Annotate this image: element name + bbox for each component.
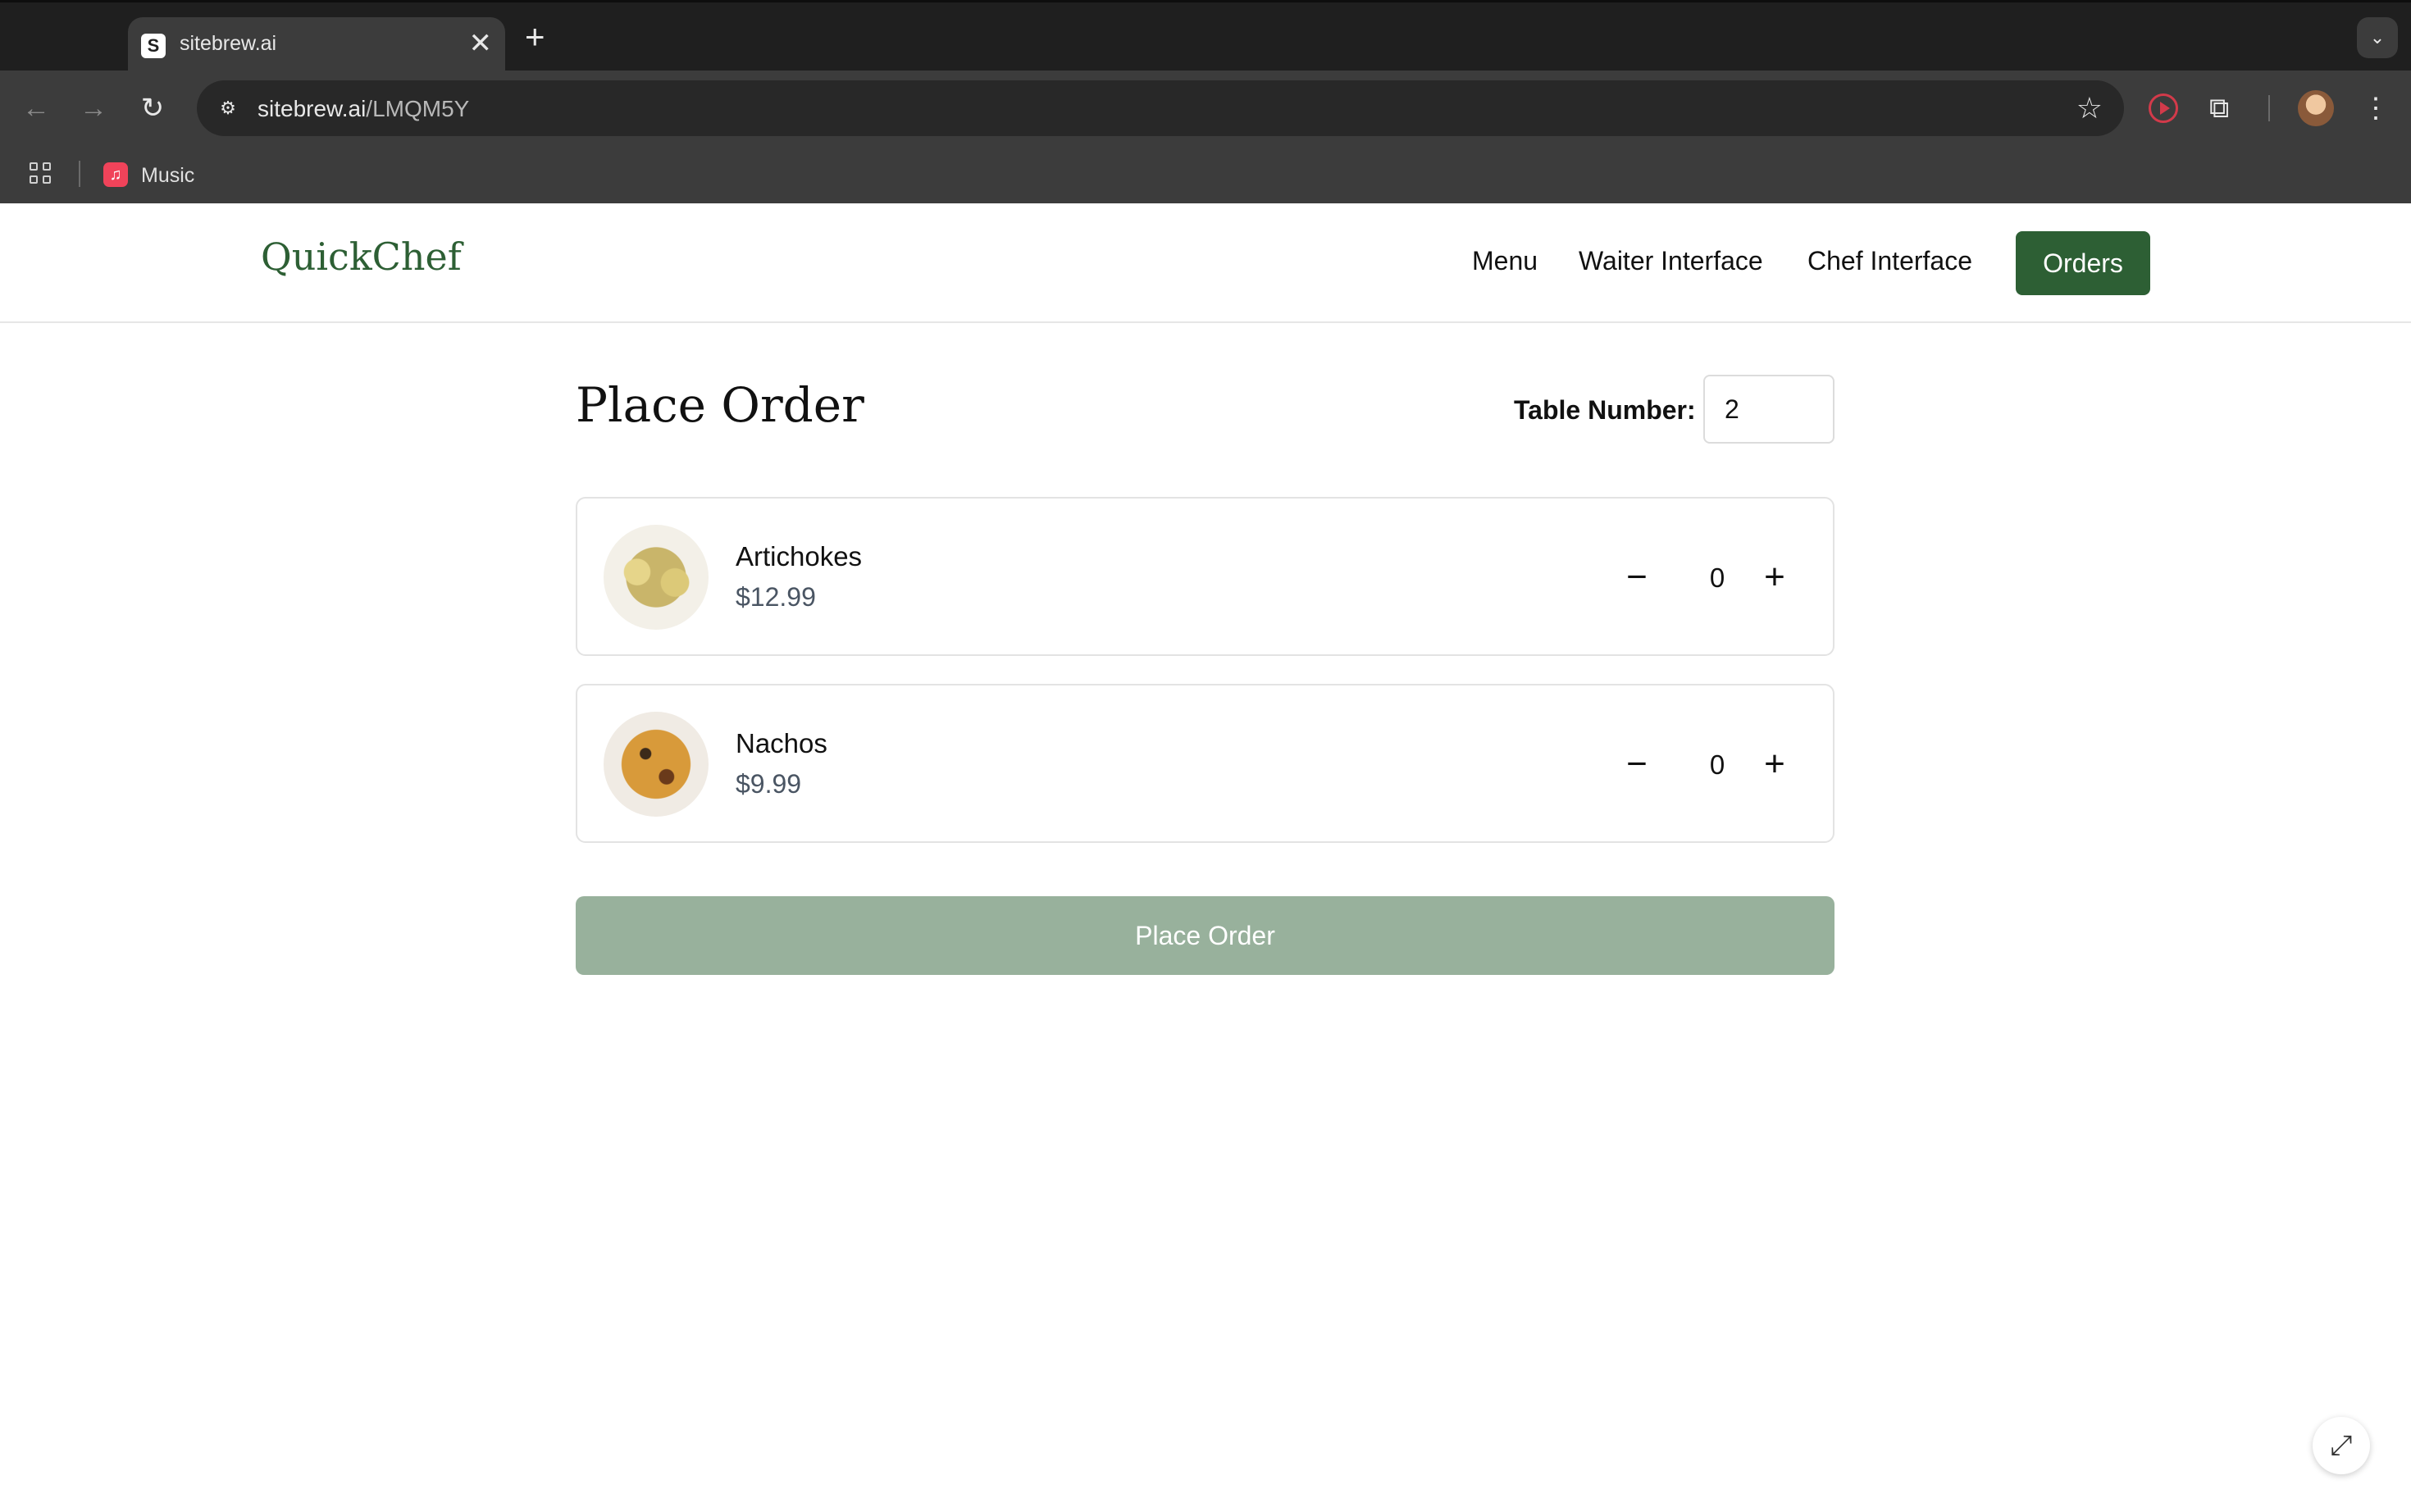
music-icon: ♫ bbox=[103, 162, 128, 187]
url-path: /LMQM5Y bbox=[366, 96, 470, 121]
orders-button[interactable]: Orders bbox=[2016, 231, 2150, 295]
toolbar-divider bbox=[2268, 95, 2270, 121]
decrease-quantity-button[interactable]: − bbox=[1612, 553, 1661, 602]
bookmarks-bar: ♫ Music bbox=[0, 146, 2411, 204]
increase-quantity-button[interactable]: + bbox=[1750, 553, 1799, 602]
item-price: $12.99 bbox=[736, 582, 816, 612]
browser-tab-strip: S sitebrew.ai ✕ + ⌄ bbox=[0, 0, 2411, 73]
table-number-input[interactable] bbox=[1703, 375, 1834, 444]
apps-grid-icon[interactable] bbox=[30, 162, 52, 185]
browser-tab[interactable]: S sitebrew.ai ✕ bbox=[128, 17, 505, 73]
bookmark-label: Music bbox=[141, 164, 195, 187]
increase-quantity-button[interactable]: + bbox=[1750, 740, 1799, 789]
item-name: Nachos bbox=[736, 728, 827, 758]
bookmark-star-icon[interactable]: ☆ bbox=[2076, 89, 2103, 128]
page-title: Place Order bbox=[576, 377, 864, 433]
site-favicon-icon: S bbox=[141, 34, 166, 58]
quantity-value: 0 bbox=[1709, 749, 1725, 780]
url-text: sitebrew.ai/LMQM5Y bbox=[258, 96, 469, 122]
url-host: sitebrew.ai bbox=[258, 96, 367, 121]
reload-icon[interactable]: ↻ bbox=[131, 87, 174, 130]
site-logo[interactable]: QuickChef bbox=[261, 235, 462, 279]
artichokes-image bbox=[604, 525, 709, 630]
close-tab-icon[interactable]: ✕ bbox=[469, 27, 493, 60]
forward-arrow-icon[interactable]: → bbox=[72, 87, 115, 130]
tab-search-icon[interactable]: ⌄ bbox=[2357, 17, 2398, 58]
nav-menu[interactable]: Menu bbox=[1472, 246, 1538, 276]
nav-waiter-interface[interactable]: Waiter Interface bbox=[1579, 246, 1763, 276]
browser-toolbar: ← → ↻ ⚙ sitebrew.ai/LMQM5Y ☆ ⧉ ⋮ bbox=[0, 71, 2411, 146]
menu-item-card: Nachos $9.99 − 0 + bbox=[576, 684, 1834, 843]
table-number-label: Table Number: bbox=[1514, 395, 1696, 425]
extensions-puzzle-icon[interactable]: ⧉ bbox=[2209, 90, 2229, 126]
site-info-icon[interactable]: ⚙ bbox=[208, 89, 248, 128]
site-header: QuickChef Menu Waiter Interface Chef Int… bbox=[0, 203, 2411, 323]
quantity-value: 0 bbox=[1709, 562, 1725, 593]
place-order-button[interactable]: Place Order bbox=[576, 896, 1834, 975]
bookmarks-divider bbox=[79, 161, 80, 187]
new-tab-icon[interactable]: + bbox=[525, 19, 545, 55]
record-extension-icon[interactable] bbox=[2149, 93, 2178, 123]
menu-item-card: Artichokes $12.99 − 0 + bbox=[576, 497, 1834, 656]
item-price: $9.99 bbox=[736, 769, 802, 799]
expand-icon[interactable]: ⤢ bbox=[2313, 1417, 2370, 1474]
nachos-image bbox=[604, 712, 709, 817]
tab-title: sitebrew.ai bbox=[180, 32, 277, 55]
back-arrow-icon[interactable]: ← bbox=[15, 87, 57, 130]
more-menu-icon[interactable]: ⋮ bbox=[2362, 89, 2390, 128]
profile-avatar[interactable] bbox=[2298, 90, 2334, 126]
item-name: Artichokes bbox=[736, 541, 863, 572]
address-bar[interactable]: ⚙ sitebrew.ai/LMQM5Y ☆ bbox=[197, 80, 2124, 136]
nav-chef-interface[interactable]: Chef Interface bbox=[1807, 246, 1972, 276]
decrease-quantity-button[interactable]: − bbox=[1612, 740, 1661, 789]
